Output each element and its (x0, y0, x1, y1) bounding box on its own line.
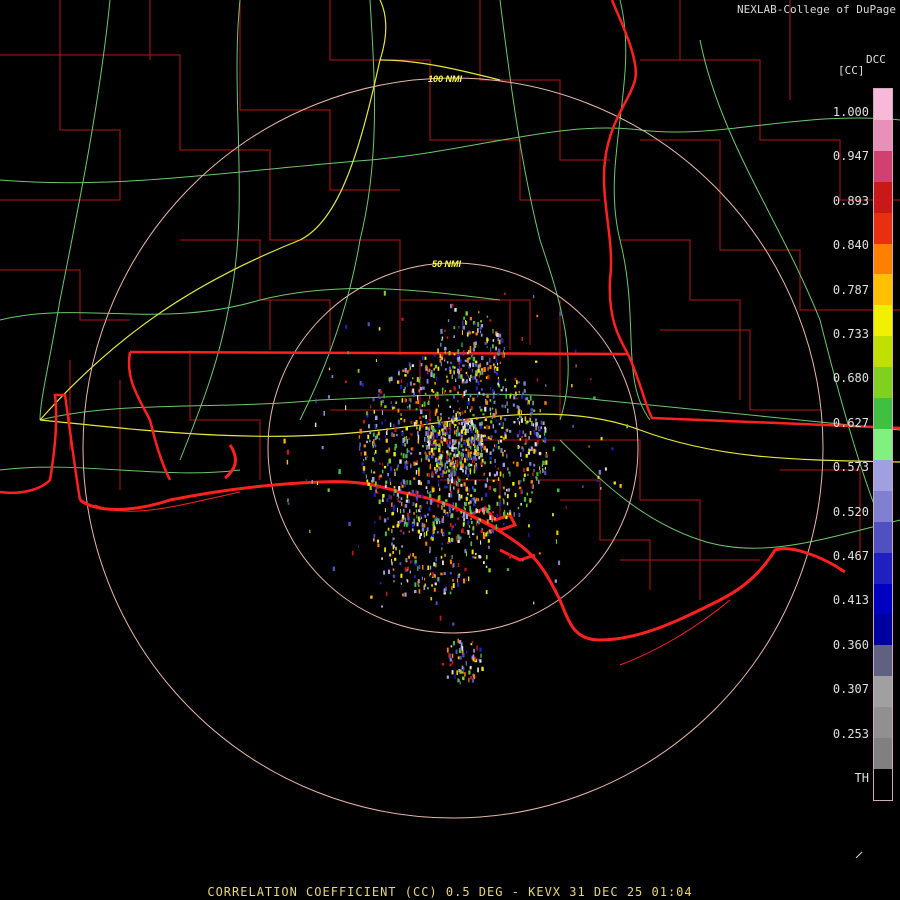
radar-map[interactable]: 100 NMI 50 NMI (0, 0, 900, 900)
radar-returns (283, 290, 628, 685)
color-scale-swatch (874, 768, 892, 800)
color-scale-swatch (874, 89, 892, 120)
color-scale-swatch (874, 583, 892, 615)
color-scale-tick: 0.680 (832, 371, 869, 386)
color-scale-swatch (874, 645, 892, 677)
color-scale-swatch (874, 398, 892, 429)
credit-label: NEXLAB-College of DuPage (737, 3, 896, 16)
color-scale-tick: 0.573 (832, 460, 869, 475)
color-scale-swatch (874, 707, 892, 739)
color-scale-swatch (874, 738, 892, 769)
color-scale-swatch (874, 336, 892, 368)
interstates (39, 0, 900, 463)
color-scale-tick: 0.733 (832, 327, 869, 341)
color-scale-swatch (874, 521, 892, 553)
color-scale-tick: 0.627 (832, 415, 869, 430)
color-scale-tick: 0.253 (832, 726, 869, 741)
color-scale-tick: 0.787 (832, 282, 869, 297)
color-scale-swatch (874, 305, 892, 337)
color-scale-tick: 0.467 (832, 549, 869, 563)
color-scale-swatch (874, 428, 892, 460)
color-scale-swatch (874, 490, 892, 522)
coastline (79, 444, 846, 642)
coast-detail (94, 491, 731, 666)
color-scale-swatch (874, 181, 892, 213)
unit-label: [CC] (838, 64, 865, 77)
ring-label-100: 100 NMI (428, 74, 463, 84)
product-footer: CORRELATION COEFFICIENT (CC) 0.5 DEG - K… (207, 885, 693, 899)
color-scale-tick: TH (854, 771, 869, 785)
north-arrow-icon (855, 851, 863, 859)
color-scale-swatch (874, 274, 892, 306)
color-scale-bar (873, 88, 893, 801)
color-scale-swatch (874, 367, 892, 399)
color-scale-tick: 0.520 (832, 504, 869, 519)
color-scale-swatch (874, 552, 892, 584)
color-scale-swatch (874, 676, 892, 708)
color-scale-tick: 0.307 (832, 682, 869, 697)
color-scale-tick: 0.840 (832, 238, 869, 253)
color-scale-swatch (874, 119, 892, 151)
color-scale-tick: 0.413 (832, 593, 869, 608)
color-scale-tick: 0.947 (832, 149, 869, 164)
product-code: DCC (866, 53, 886, 66)
color-scale-tick: 0.893 (832, 193, 869, 208)
ring-label-50: 50 NMI (432, 259, 462, 269)
color-scale-swatch (874, 614, 892, 646)
color-scale-swatch (874, 150, 892, 182)
color-scale-swatch (874, 212, 892, 244)
color-scale-tick: 1.000 (832, 105, 869, 119)
color-scale-tick: 0.360 (832, 637, 869, 652)
color-scale-swatch (874, 459, 892, 491)
color-scale-swatch (874, 243, 892, 275)
